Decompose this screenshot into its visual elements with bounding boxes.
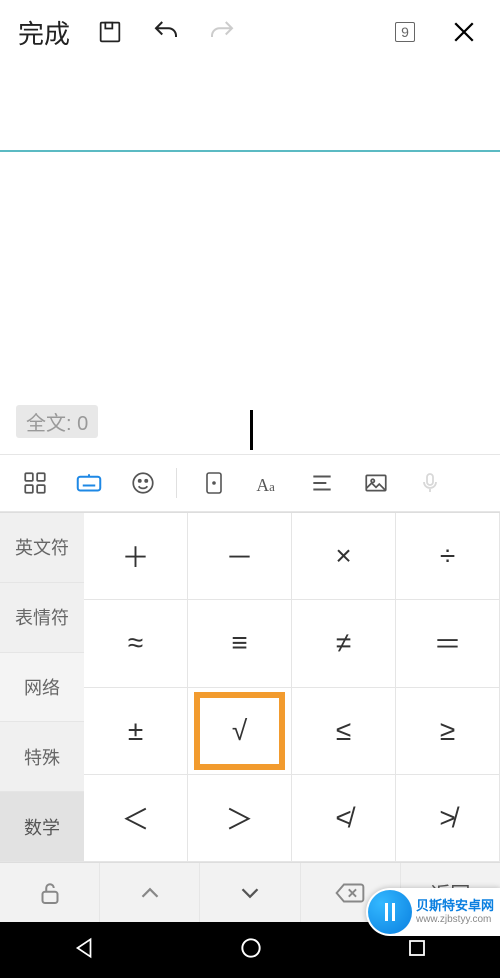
- redo-icon: [196, 17, 248, 47]
- editor-area[interactable]: 全文: 0: [0, 64, 500, 454]
- fullscreen-icon[interactable]: [187, 469, 241, 497]
- chevron-up-icon[interactable]: [100, 863, 200, 922]
- key-6[interactable]: ≠: [292, 600, 396, 687]
- close-icon[interactable]: [436, 17, 492, 47]
- save-icon[interactable]: [84, 18, 136, 46]
- lock-icon[interactable]: [0, 863, 100, 922]
- svg-text:a: a: [269, 480, 275, 494]
- wordcount-badge: 全文: 0: [16, 405, 98, 438]
- category-net[interactable]: 网络: [0, 653, 84, 723]
- chevron-down-icon[interactable]: [200, 863, 300, 922]
- key-grid: ＋－×÷ ≈≡≠＝ ±√≤≥ ＜＞≮≯: [84, 513, 500, 862]
- nav-back-icon[interactable]: [71, 935, 97, 966]
- key-0[interactable]: ＋: [84, 513, 188, 600]
- watermark-title: 贝斯特安卓网: [416, 899, 494, 913]
- top-toolbar: 完成 9: [0, 0, 500, 64]
- key-14[interactable]: ≮: [292, 775, 396, 862]
- key-12[interactable]: ＜: [84, 775, 188, 862]
- watermark-logo-icon: [368, 890, 412, 934]
- undo-icon[interactable]: [140, 17, 192, 47]
- image-icon[interactable]: [349, 470, 403, 496]
- key-8[interactable]: ±: [84, 688, 188, 775]
- symbol-keyboard: 英文符 表情符 网络 特殊 数学 ＋－×÷ ≈≡≠＝ ±√≤≥ ＜＞≮≯: [0, 512, 500, 862]
- format-toolbar: Aa: [0, 454, 500, 512]
- key-13[interactable]: ＞: [188, 775, 292, 862]
- align-icon[interactable]: [295, 470, 349, 496]
- category-emoji[interactable]: 表情符: [0, 583, 84, 653]
- watermark-url: www.zjbstyy.com: [416, 914, 494, 925]
- watermark-badge: 贝斯特安卓网 www.zjbstyy.com: [366, 888, 500, 936]
- keyboard-icon[interactable]: [62, 468, 116, 498]
- category-math[interactable]: 数学: [0, 792, 84, 862]
- key-2[interactable]: ×: [292, 513, 396, 600]
- svg-text:A: A: [256, 475, 269, 495]
- category-english[interactable]: 英文符: [0, 513, 84, 583]
- done-button[interactable]: 完成: [8, 14, 80, 51]
- key-7[interactable]: ＝: [396, 600, 500, 687]
- key-9[interactable]: √: [188, 688, 292, 775]
- emoji-icon[interactable]: [116, 470, 170, 496]
- nav-home-icon[interactable]: [238, 935, 264, 966]
- category-special[interactable]: 特殊: [0, 722, 84, 792]
- key-15[interactable]: ≯: [396, 775, 500, 862]
- category-column: 英文符 表情符 网络 特殊 数学: [0, 513, 84, 862]
- key-4[interactable]: ≈: [84, 600, 188, 687]
- font-icon[interactable]: Aa: [241, 469, 295, 497]
- key-11[interactable]: ≥: [396, 688, 500, 775]
- grid-icon[interactable]: [8, 470, 62, 496]
- key-3[interactable]: ÷: [396, 513, 500, 600]
- nav-recent-icon[interactable]: [405, 936, 429, 965]
- underline: [0, 150, 500, 152]
- text-cursor: [250, 410, 253, 450]
- key-5[interactable]: ≡: [188, 600, 292, 687]
- key-10[interactable]: ≤: [292, 688, 396, 775]
- mic-icon[interactable]: [403, 471, 457, 495]
- key-1[interactable]: －: [188, 513, 292, 600]
- page-indicator[interactable]: 9: [378, 22, 432, 42]
